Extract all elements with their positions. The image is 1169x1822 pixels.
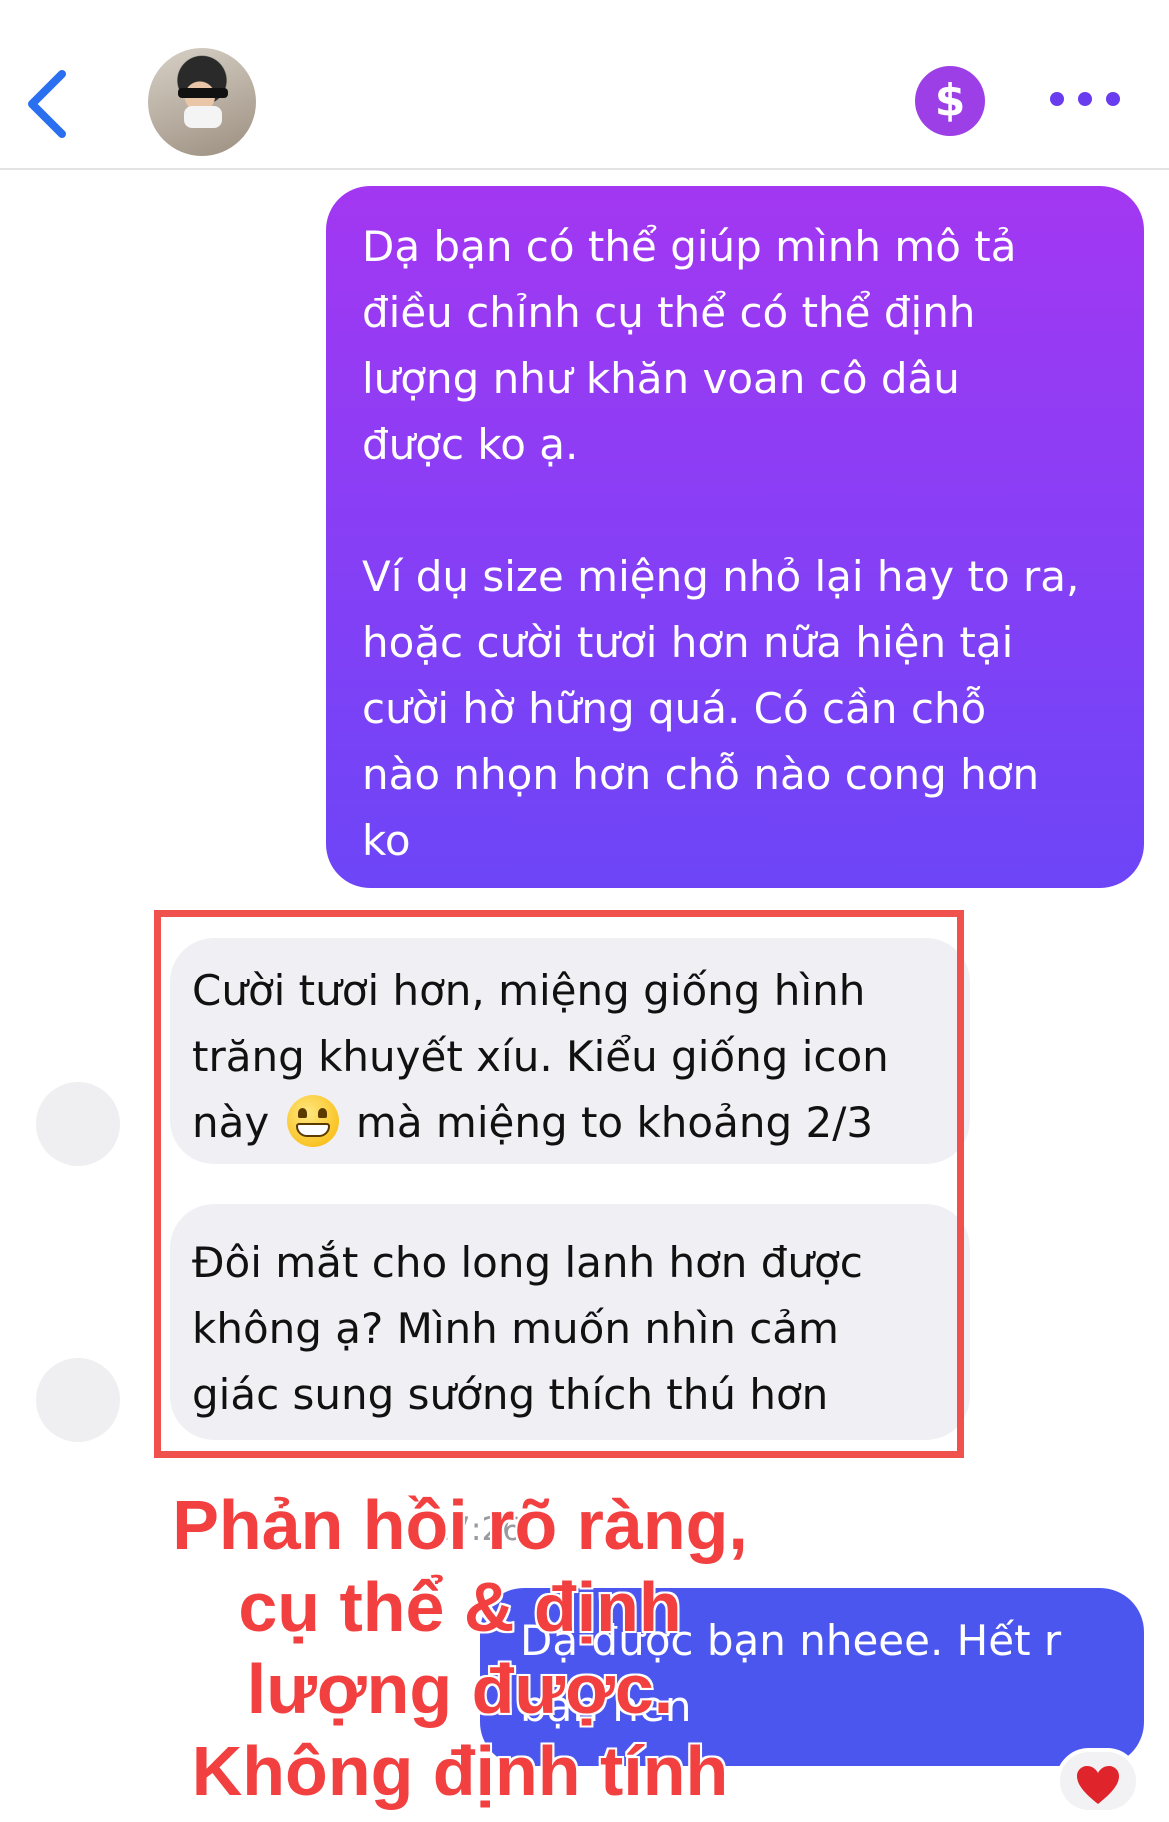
highlight-box	[154, 910, 964, 1458]
outgoing-message[interactable]: Dạ bạn có thể giúp mình mô tả điều chỉnh…	[326, 186, 1144, 888]
sender-avatar	[36, 1082, 120, 1166]
back-button[interactable]	[20, 68, 76, 140]
sender-avatar	[36, 1358, 120, 1442]
reaction-badge[interactable]	[1056, 1748, 1140, 1814]
chevron-left-icon	[28, 70, 66, 138]
more-dot	[1078, 92, 1092, 106]
payment-button[interactable]: $	[915, 66, 985, 136]
avatar-glasses	[178, 88, 228, 98]
message-paragraph: Ví dụ size miệng nhỏ lại hay to ra, hoặc…	[362, 552, 1080, 865]
message-paragraph: Dạ bạn có thể giúp mình mô tả điều chỉnh…	[362, 222, 1017, 469]
avatar-mask	[184, 106, 222, 128]
overlay-caption: Phản hồi rõ ràng, cụ thể & định lượng đư…	[170, 1484, 750, 1812]
dollar-icon: $	[934, 75, 966, 126]
chat-header: $	[0, 0, 1169, 170]
more-dot	[1106, 92, 1120, 106]
more-options-button[interactable]	[1050, 92, 1130, 112]
heart-icon	[1077, 1766, 1119, 1804]
contact-avatar[interactable]	[148, 48, 256, 156]
more-horizontal-icon	[1050, 92, 1064, 106]
